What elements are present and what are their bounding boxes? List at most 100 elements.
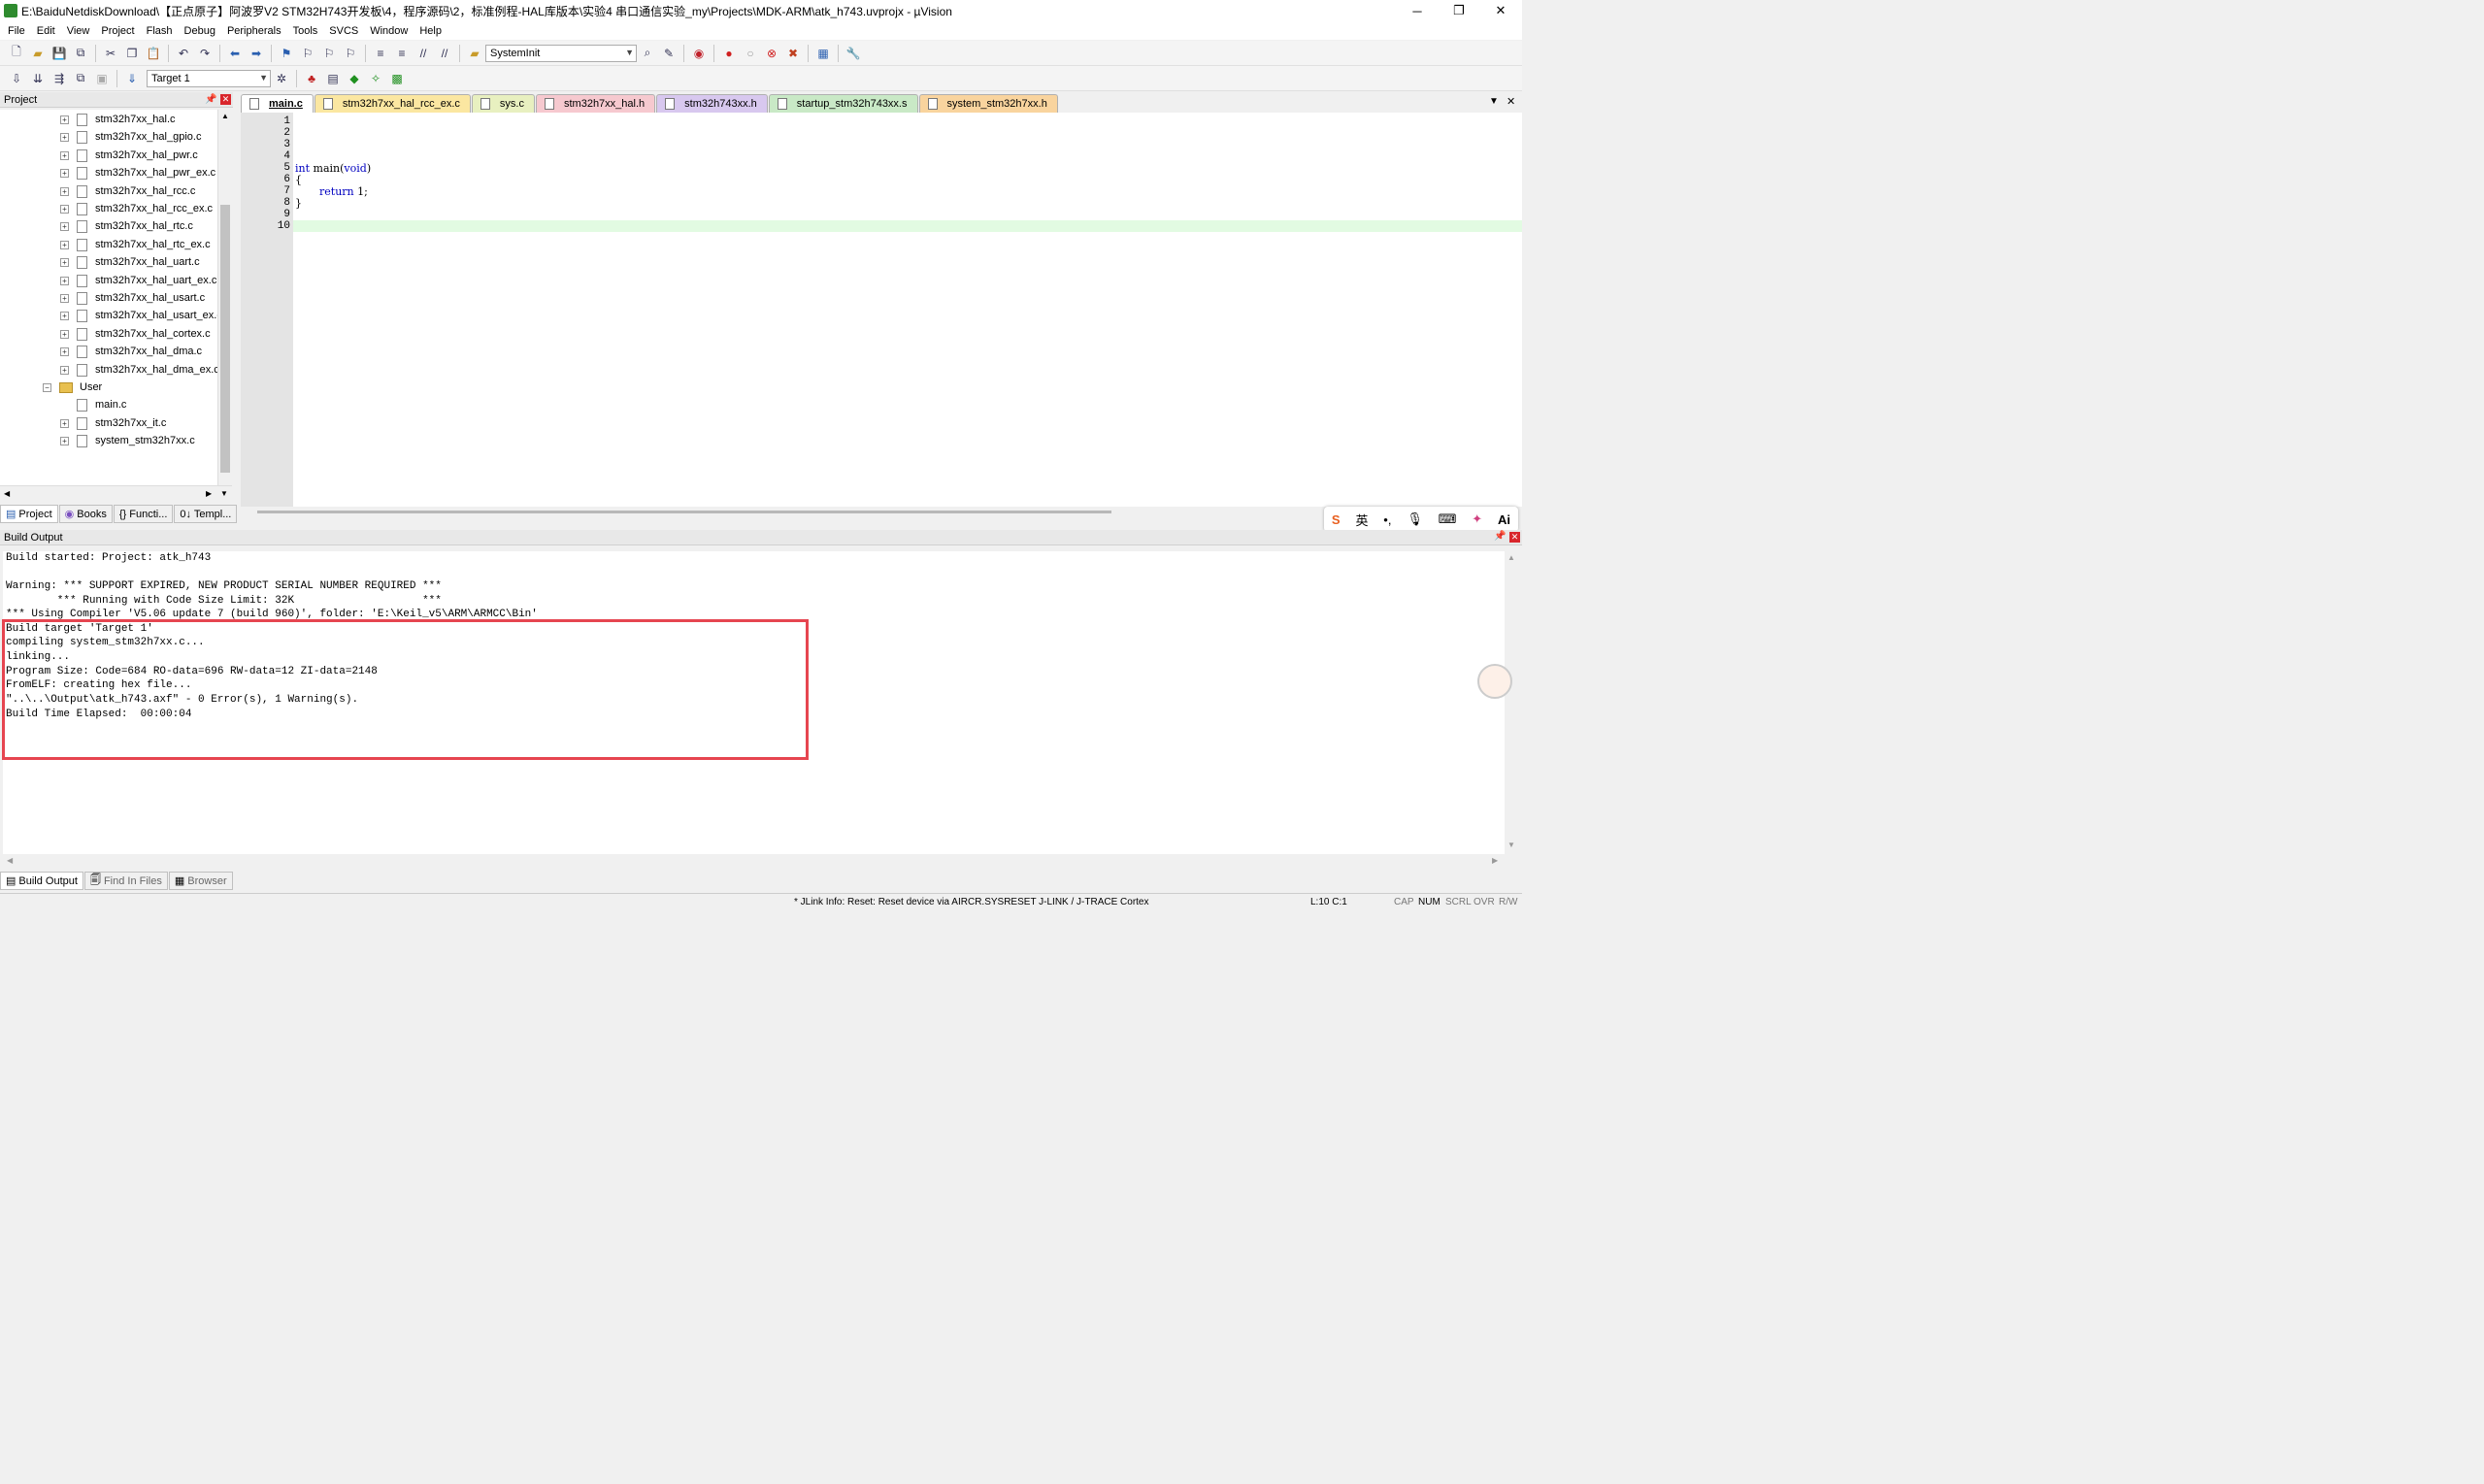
expand-icon[interactable]: +	[60, 150, 69, 160]
tab-sys-c[interactable]: sys.c	[471, 94, 535, 113]
tab-find-in-files[interactable]: 🗐 Find In Files	[83, 872, 168, 890]
download-icon[interactable]: ⇓	[123, 70, 141, 87]
nav-back-icon[interactable]: ⬅	[226, 45, 244, 62]
tab-hal-rcc-ex-c[interactable]: stm32h7xx_hal_rcc_ex.c	[314, 94, 471, 113]
tab-templates[interactable]: 0↓ Templ...	[174, 505, 238, 523]
ime-language-toggle[interactable]: 英	[1355, 511, 1368, 529]
breakpoint-icon[interactable]: ●	[720, 45, 738, 62]
ai-icon[interactable]: Ai	[1498, 512, 1510, 527]
collapse-icon[interactable]: −	[43, 382, 51, 392]
expand-icon[interactable]: +	[60, 436, 69, 445]
nav-forward-icon[interactable]: ➡	[248, 45, 265, 62]
menu-peripherals[interactable]: Peripherals	[223, 25, 289, 37]
scroll-left-icon[interactable]: ◀	[7, 856, 13, 865]
configure-icon[interactable]: 🔧	[845, 45, 862, 62]
tab-system-h[interactable]: system_stm32h7xx.h	[918, 94, 1058, 113]
tree-item[interactable]: + stm32h7xx_hal_pwr_ex.c	[60, 164, 215, 181]
function-combo[interactable]: SystemInit ▼	[485, 44, 637, 62]
tree-item[interactable]: + stm32h7xx_hal_rcc.c	[60, 182, 195, 200]
menu-project[interactable]: Project	[97, 25, 142, 37]
tree-item[interactable]: + stm32h7xx_hal_rtc_ex.c	[60, 236, 211, 253]
pin-icon[interactable]: 📌	[1494, 531, 1506, 542]
build-icon[interactable]: ⇊	[29, 70, 47, 87]
tree-item[interactable]: + stm32h7xx_hal_uart.c	[60, 253, 200, 271]
disable-breakpoint-icon[interactable]: ○	[742, 45, 759, 62]
maximize-button[interactable]: ❐	[1438, 0, 1480, 21]
microphone-icon[interactable]: 🎙	[1407, 511, 1423, 527]
target-combo[interactable]: Target 1 ▼	[147, 69, 271, 87]
window-layout-icon[interactable]: ▦	[814, 45, 832, 62]
vertical-scrollbar[interactable]: ▲	[217, 110, 232, 485]
save-all-icon[interactable]: ⧉	[72, 45, 89, 62]
pack-manager-icon[interactable]: ▩	[388, 70, 406, 87]
tree-item[interactable]: + stm32h7xx_it.c	[60, 414, 166, 432]
output-horizontal-scrollbar[interactable]: ◀ ▶	[3, 854, 1505, 868]
menu-flash[interactable]: Flash	[143, 25, 181, 37]
expand-icon[interactable]: +	[60, 204, 69, 214]
minimize-button[interactable]: ─	[1396, 0, 1439, 21]
uncomment-icon[interactable]: //	[436, 45, 453, 62]
bookmark-icon[interactable]: ⚑	[278, 45, 295, 62]
skin-icon[interactable]: ✦	[1472, 511, 1482, 527]
close-icon[interactable]: ✕	[1509, 532, 1520, 543]
expand-icon[interactable]: +	[60, 346, 69, 356]
copy-icon[interactable]: ❐	[123, 45, 141, 62]
output-vertical-scrollbar[interactable]: ▲ ▼	[1505, 551, 1519, 854]
menu-tools[interactable]: Tools	[289, 25, 326, 37]
punctuation-icon[interactable]: •,	[1383, 512, 1391, 527]
sogou-logo-icon[interactable]: S	[1332, 512, 1341, 527]
debug-session-icon[interactable]: ◉	[690, 45, 708, 62]
close-editor-icon[interactable]: ✕	[1507, 95, 1515, 108]
tab-list-dropdown-icon[interactable]: ▼	[1489, 96, 1499, 107]
expand-icon[interactable]: +	[60, 329, 69, 339]
stop-build-icon[interactable]: ▣	[93, 70, 111, 87]
menu-help[interactable]: Help	[415, 25, 449, 37]
kill-breakpoints-icon[interactable]: ✖	[784, 45, 802, 62]
tab-stm32h743xx-h[interactable]: stm32h743xx.h	[656, 94, 768, 113]
tree-item[interactable]: main.c	[77, 396, 126, 413]
expand-icon[interactable]: +	[60, 115, 69, 124]
editor-horizontal-scrollbar[interactable]	[257, 511, 1111, 513]
code-editor[interactable]: 1 2 3 4 5 6 7 8 9 10 int main(void) { re…	[241, 113, 1522, 507]
expand-icon[interactable]: +	[60, 418, 69, 428]
assistant-avatar-icon[interactable]	[1477, 664, 1512, 699]
expand-icon[interactable]: +	[60, 257, 69, 267]
manage-project-items-icon[interactable]: ♣	[303, 70, 320, 87]
tree-item[interactable]: + stm32h7xx_hal_dma_ex.c	[60, 361, 219, 379]
scroll-down-icon[interactable]: ▼	[1507, 841, 1515, 849]
rebuild-icon[interactable]: ⇶	[50, 70, 68, 87]
target-options-icon[interactable]: ✲	[273, 70, 290, 87]
tab-build-output[interactable]: ▤ Build Output	[0, 872, 83, 890]
scroll-up-icon[interactable]: ▲	[221, 112, 229, 120]
horizontal-scrollbar[interactable]: ◀ ▶ ▼	[0, 485, 232, 502]
tree-item[interactable]: + stm32h7xx_hal.c	[60, 111, 176, 128]
menu-debug[interactable]: Debug	[181, 25, 223, 37]
tree-item[interactable]: + stm32h7xx_hal_usart.c	[60, 289, 205, 307]
expand-icon[interactable]: +	[60, 186, 69, 196]
tree-item[interactable]: + stm32h7xx_hal_uart_ex.c	[60, 272, 216, 289]
tab-project[interactable]: ▤ Project	[0, 505, 58, 523]
tab-functions[interactable]: {} Functi...	[113, 505, 174, 523]
menu-svcs[interactable]: SVCS	[325, 25, 366, 37]
undo-icon[interactable]: ↶	[175, 45, 192, 62]
menu-edit[interactable]: Edit	[33, 25, 63, 37]
expand-icon[interactable]: +	[60, 132, 69, 142]
expand-icon[interactable]: +	[60, 221, 69, 231]
tab-main-c[interactable]: main.c	[241, 94, 314, 113]
tree-item[interactable]: + stm32h7xx_hal_rtc.c	[60, 217, 193, 235]
cut-icon[interactable]: ✂	[102, 45, 119, 62]
batch-build-icon[interactable]: ⧉	[72, 70, 89, 87]
select-packs-icon[interactable]: ▤	[324, 70, 342, 87]
save-icon[interactable]: 💾	[50, 45, 68, 62]
scroll-thumb[interactable]	[220, 205, 230, 473]
tree-item[interactable]: + stm32h7xx_hal_usart_ex.c	[60, 307, 222, 324]
clear-bookmarks-icon[interactable]: ⚐	[342, 45, 359, 62]
close-icon[interactable]: ✕	[220, 94, 231, 105]
scroll-up-icon[interactable]: ▲	[1507, 553, 1515, 562]
next-bookmark-icon[interactable]: ⚐	[320, 45, 338, 62]
disable-all-breakpoints-icon[interactable]: ⊗	[763, 45, 780, 62]
expand-icon[interactable]: +	[60, 365, 69, 375]
menu-window[interactable]: Window	[366, 25, 415, 37]
tab-hal-h[interactable]: stm32h7xx_hal.h	[535, 94, 656, 113]
close-button[interactable]: ✕	[1479, 0, 1522, 21]
